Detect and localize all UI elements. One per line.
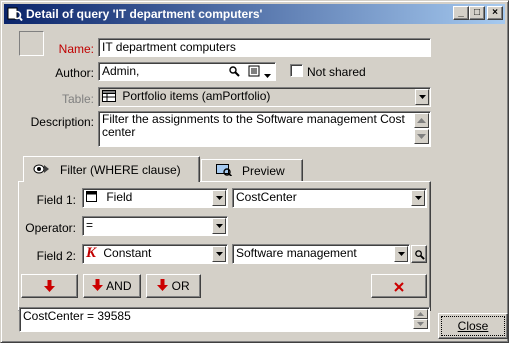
author-dropdown-icon[interactable]: [264, 68, 271, 80]
arrow-up-icon: [417, 118, 426, 123]
arrow-down-icon: [417, 134, 426, 139]
chevron-down-icon: [216, 196, 223, 200]
field1-value-dropdown[interactable]: [411, 190, 425, 206]
field1-type-dropdown[interactable]: [212, 190, 226, 206]
field2-type-dropdown[interactable]: [212, 246, 226, 262]
field2-type-select[interactable]: K Constant: [82, 244, 228, 264]
add-condition-button[interactable]: [21, 274, 78, 298]
field1-value: CostCenter: [236, 190, 297, 204]
name-label: Name:: [58, 42, 94, 56]
field-type-icon: [86, 191, 97, 205]
chevron-down-icon: [419, 95, 426, 99]
arrow-down-red-icon: [157, 279, 169, 291]
expression-scroll-up[interactable]: [413, 309, 428, 319]
query-detail-window: Detail of query 'IT department computers…: [0, 0, 509, 343]
author-value: Admin,: [102, 64, 140, 78]
field1-label: Field 1:: [36, 193, 76, 207]
arrow-up-icon: [417, 312, 424, 316]
field2-label: Field 2:: [36, 249, 76, 263]
description-textarea[interactable]: Filter the assignments to the Software m…: [98, 111, 431, 147]
field2-value-dropdown[interactable]: [394, 246, 408, 262]
field2-lookup-button[interactable]: [411, 245, 427, 263]
and-button[interactable]: AND: [83, 274, 141, 298]
arrow-down-icon: [417, 322, 424, 326]
where-expression-textarea[interactable]: CostCenter = 39585: [19, 307, 430, 332]
field1-type-value: Field: [106, 190, 133, 204]
maximize-button[interactable]: □: [469, 6, 485, 20]
not-shared-checkbox[interactable]: [290, 64, 303, 77]
search-icon: [414, 250, 425, 260]
field1-type-select[interactable]: Field: [82, 188, 228, 208]
field2-value: Software management: [236, 246, 357, 260]
filter-icon: [33, 163, 49, 178]
window-title: Detail of query 'IT department computers…: [26, 7, 263, 21]
table-value: Portfolio items (amPortfolio): [122, 89, 271, 103]
operator-value: =: [86, 218, 94, 232]
table-label: Table:: [61, 92, 94, 106]
author-label: Author:: [55, 66, 94, 80]
chevron-down-icon: [216, 252, 223, 256]
minimize-button[interactable]: _: [453, 6, 469, 20]
clear-condition-button[interactable]: [371, 274, 427, 298]
not-shared-label: Not shared: [307, 65, 366, 79]
field2-type-value: Constant: [103, 246, 152, 260]
chevron-down-icon: [216, 224, 223, 228]
field2-value-select[interactable]: Software management: [232, 244, 410, 264]
delete-icon: [394, 282, 404, 292]
preview-icon: [216, 164, 232, 179]
description-line-1: Filter the assignments to the Software m…: [102, 112, 405, 126]
operator-label: Operator:: [25, 221, 76, 235]
tab-preview-label: Preview: [242, 164, 285, 178]
query-icon-box[interactable]: [19, 31, 44, 56]
table-icon: [102, 90, 116, 105]
chevron-down-icon: [398, 252, 405, 256]
or-button[interactable]: OR: [146, 274, 201, 298]
arrow-down-red-icon: [44, 280, 55, 292]
field1-value-select[interactable]: CostCenter: [232, 188, 427, 208]
description-scroll-down[interactable]: [414, 129, 429, 144]
expression-scroll-down[interactable]: [413, 319, 428, 329]
constant-icon: K: [86, 245, 97, 261]
description-scroll-up[interactable]: [414, 113, 429, 128]
operator-select[interactable]: =: [82, 216, 228, 236]
author-lookup-icon[interactable]: [228, 65, 240, 80]
tab-preview[interactable]: Preview: [201, 159, 303, 181]
description-label: Description:: [30, 115, 94, 129]
table-select[interactable]: Portfolio items (amPortfolio): [98, 87, 431, 107]
name-input[interactable]: IT department computers: [98, 38, 431, 57]
tab-filter-label: Filter (WHERE clause): [60, 163, 181, 177]
table-dropdown-button[interactable]: [415, 89, 429, 105]
operator-dropdown[interactable]: [212, 218, 226, 234]
query-app-icon: [7, 6, 23, 22]
close-label: Close: [457, 319, 489, 333]
where-expression: CostCenter = 39585: [23, 309, 131, 323]
title-bar[interactable]: Detail of query 'IT department computers…: [4, 4, 505, 24]
author-input[interactable]: Admin,: [98, 62, 276, 81]
or-label: OR: [171, 279, 190, 293]
close-window-button[interactable]: ×: [487, 6, 503, 20]
tab-filter[interactable]: Filter (WHERE clause): [23, 156, 200, 182]
close-button[interactable]: Close: [438, 313, 508, 339]
author-detail-icon[interactable]: [248, 65, 260, 80]
description-line-2: center: [102, 125, 136, 139]
arrow-down-red-icon: [92, 279, 104, 291]
chevron-down-icon: [415, 196, 422, 200]
and-label: AND: [106, 279, 132, 293]
